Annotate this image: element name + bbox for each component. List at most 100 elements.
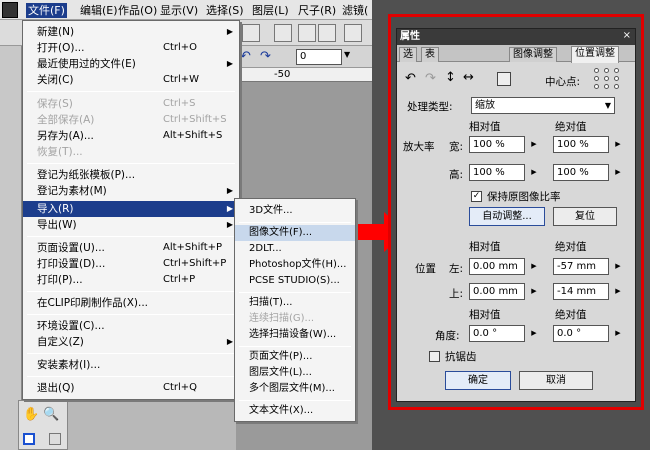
menu-item-print-setup[interactable]: 打印设置(D)... Ctrl+Shift+P [23, 256, 239, 272]
top-absolute-input[interactable]: -14 mm [553, 283, 609, 300]
submenu-item-page-file[interactable]: 页面文件(P)... [235, 349, 355, 365]
submenu-arrow-icon: ▶ [226, 186, 233, 195]
menu-edit[interactable]: 编辑(E) [80, 3, 118, 18]
width-absolute-input[interactable]: 100 % [553, 136, 609, 153]
width-relative-input[interactable]: 100 % [469, 136, 525, 153]
menu-item-save-as[interactable]: 另存为(A)... Alt+Shift+S [23, 128, 239, 144]
rotate-icon[interactable]: ↶ [405, 71, 416, 86]
process-type-select[interactable]: 缩放 ▼ [471, 97, 615, 114]
angle-absolute-spin-icon[interactable]: ▶ [613, 325, 623, 342]
submenu-item-text-file[interactable]: 文本文件(X)... [235, 403, 355, 419]
relative-label: 相对值 [469, 121, 501, 133]
menu-work[interactable]: 作品(O) [118, 3, 157, 18]
tab-image-adjust[interactable]: 图像调整 [509, 47, 557, 62]
zoom-dropdown-icon[interactable]: ▼ [344, 50, 350, 59]
rotate-right-icon[interactable]: ↷ [260, 49, 278, 65]
menu-item-preferences[interactable]: 环境设置(C)... [23, 318, 239, 334]
top-absolute-spin-icon[interactable]: ▶ [613, 283, 623, 300]
top-relative-spin-icon[interactable]: ▶ [529, 283, 539, 300]
submenu-arrow-icon: ▶ [226, 59, 233, 68]
fit-icon[interactable] [497, 72, 511, 86]
flip-horizontal-icon[interactable]: ↔ [463, 70, 474, 85]
page-layout-icon[interactable] [318, 24, 336, 42]
menu-item-export[interactable]: 导出(W) ▶ [23, 217, 239, 233]
left-relative-spin-icon[interactable]: ▶ [529, 258, 539, 275]
top-relative-input[interactable]: 0.00 mm [469, 283, 525, 300]
submenu-item-layer-file[interactable]: 图层文件(L)... [235, 365, 355, 381]
submenu-item-photoshop[interactable]: Photoshop文件(H)... [235, 257, 355, 273]
window-icon[interactable] [344, 24, 362, 42]
zoom-tool-icon[interactable]: 🔍 [43, 407, 59, 422]
submenu-item-continuous-scan[interactable]: 连续扫描(G)... [235, 311, 355, 327]
tab-table[interactable]: 表 [421, 47, 439, 62]
antialias-checkbox[interactable] [429, 351, 440, 362]
submenu-item-3d-file[interactable]: 3D文件... [235, 203, 355, 219]
rotate-left-icon[interactable]: ↶ [240, 49, 258, 65]
menu-item-recent[interactable]: 最近使用过的文件(E) ▶ [23, 56, 239, 72]
page-view-icon[interactable] [298, 24, 316, 42]
menu-item-save[interactable]: 保存(S) Ctrl+S [23, 96, 239, 112]
left-relative-input[interactable]: 0.00 mm [469, 258, 525, 275]
flip-vertical-icon[interactable]: ↕ [445, 70, 456, 85]
print-icon[interactable] [274, 24, 292, 42]
height-relative-input[interactable]: 100 % [469, 164, 525, 181]
center-point-label: 中心点: [545, 76, 581, 88]
keep-ratio-checkbox[interactable]: ✓ [471, 191, 482, 202]
menu-item-open[interactable]: 打开(O)... Ctrl+O [23, 40, 239, 56]
menu-layer[interactable]: 图层(L) [252, 3, 289, 18]
auto-adjust-button[interactable]: 自动调整... [469, 207, 545, 226]
menu-item-save-all[interactable]: 全部保存(A) Ctrl+Shift+S [23, 112, 239, 128]
menu-item-clip-print[interactable]: 在CLIP印刷制作品(X)... [23, 295, 239, 311]
menu-filter[interactable]: 滤镜( [342, 3, 368, 18]
sub-color-icon[interactable] [49, 433, 61, 445]
menu-item-install-material[interactable]: 安装素材(I)... [23, 357, 239, 373]
menu-item-new[interactable]: 新建(N) ▶ [23, 24, 239, 40]
reset-button[interactable]: 复位 [553, 207, 617, 226]
width-relative-spin-icon[interactable]: ▶ [529, 136, 539, 153]
submenu-item-pcse-studio[interactable]: PCSE STUDIO(S)... [235, 273, 355, 289]
menu-view[interactable]: 显示(V) [160, 3, 198, 18]
angle-absolute-input[interactable]: 0.0 ° [553, 325, 609, 342]
height-relative-spin-icon[interactable]: ▶ [529, 164, 539, 181]
main-color-icon[interactable] [23, 433, 35, 445]
chevron-down-icon: ▼ [604, 101, 611, 110]
angle-relative-spin-icon[interactable]: ▶ [529, 325, 539, 342]
menu-item-revert[interactable]: 恢复(T)... [23, 144, 239, 160]
menu-select[interactable]: 选择(S) [206, 3, 244, 18]
menu-separator [239, 346, 351, 347]
submenu-item-multi-layer-file[interactable]: 多个图层文件(M)... [235, 381, 355, 397]
menu-file[interactable]: 文件(F) [26, 3, 67, 18]
menu-item-import[interactable]: 导入(R) ▶ [23, 201, 239, 217]
tab-position-adjust[interactable]: 位置调整 [571, 46, 619, 63]
palette-close-icon[interactable]: × [623, 30, 631, 41]
menu-item-register-material[interactable]: 登记为素材(M) ▶ [23, 183, 239, 199]
height-absolute-input[interactable]: 100 % [553, 164, 609, 181]
angle-relative-input[interactable]: 0.0 ° [469, 325, 525, 342]
submenu-item-image-file[interactable]: 图像文件(F)... [235, 225, 355, 241]
menu-separator [239, 400, 351, 401]
ok-button[interactable]: 确定 [445, 371, 511, 390]
undo-icon[interactable] [242, 24, 260, 42]
left-absolute-input[interactable]: -57 mm [553, 258, 609, 275]
submenu-item-2dlt[interactable]: 2DLT... [235, 241, 355, 257]
tab-select[interactable]: 选 [399, 47, 417, 62]
menu-ruler[interactable]: 尺子(R) [298, 3, 336, 18]
width-absolute-spin-icon[interactable]: ▶ [613, 136, 623, 153]
zoom-input[interactable]: 0 [296, 49, 342, 65]
menu-item-exit[interactable]: 退出(Q) Ctrl+Q [23, 380, 239, 396]
menu-item-register-template[interactable]: 登记为纸张模板(P)... [23, 167, 239, 183]
left-absolute-spin-icon[interactable]: ▶ [613, 258, 623, 275]
menu-item-close[interactable]: 关闭(C) Ctrl+W [23, 72, 239, 88]
height-absolute-spin-icon[interactable]: ▶ [613, 164, 623, 181]
menu-item-customize[interactable]: 自定义(Z) ▶ [23, 334, 239, 350]
menu-item-page-setup[interactable]: 页面设置(U)... Alt+Shift+P [23, 240, 239, 256]
cancel-button[interactable]: 取消 [519, 371, 593, 390]
hand-tool-icon[interactable]: ✋ [23, 407, 39, 422]
center-point-grid[interactable] [593, 67, 623, 91]
submenu-item-scan[interactable]: 扫描(T)... [235, 295, 355, 311]
menu-item-print[interactable]: 打印(P)... Ctrl+P [23, 272, 239, 288]
menu-bar: 文件(F) 编辑(E) 作品(O) 显示(V) 选择(S) 图层(L) 尺子(R… [0, 0, 372, 20]
file-menu: 新建(N) ▶ 打开(O)... Ctrl+O 最近使用过的文件(E) ▶ 关闭(C)… [22, 20, 240, 400]
submenu-item-select-scanner[interactable]: 选择扫描设备(W)... [235, 327, 355, 343]
toolbox: ✋ 🔍 [18, 400, 68, 450]
